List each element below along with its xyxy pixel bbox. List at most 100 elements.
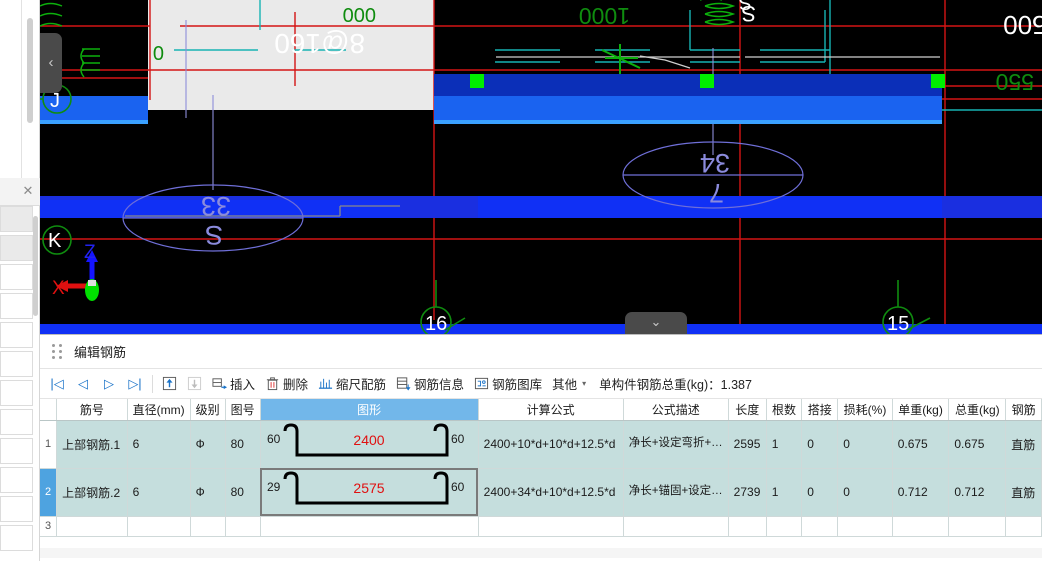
cell-rebar-no[interactable]: [56, 516, 128, 537]
cell-length[interactable]: 2739: [728, 468, 767, 517]
table-row[interactable]: 2 上部钢筋.2 6 Ф 80 29 60 2575 2400+34*d+10*…: [40, 468, 1042, 517]
cell-grade[interactable]: Ф: [190, 420, 226, 469]
list-item[interactable]: [0, 409, 33, 435]
nav-prev-button[interactable]: ◁: [70, 372, 96, 396]
svg-text:S: S: [205, 220, 223, 250]
list-item[interactable]: [0, 351, 33, 377]
cell-shape[interactable]: 29 60 2575: [260, 468, 479, 517]
nav-first-button[interactable]: |◁: [44, 372, 70, 396]
col-header-lap[interactable]: 搭接: [801, 399, 839, 421]
list-item[interactable]: [0, 525, 33, 551]
cell-formula-desc[interactable]: [623, 516, 729, 537]
background-scrollbar-side[interactable]: [33, 216, 38, 316]
col-header-grade[interactable]: 级别: [190, 399, 226, 421]
col-header-formula[interactable]: 计算公式: [478, 399, 624, 421]
nav-next-button[interactable]: ▷: [96, 372, 122, 396]
list-item[interactable]: [0, 206, 33, 232]
cell-formula-desc[interactable]: 净长+锚固+设定…: [623, 468, 729, 517]
cell-unit-weight[interactable]: 0.712: [892, 468, 950, 517]
col-header-rebar-no[interactable]: 筋号: [56, 399, 128, 421]
cell-diameter[interactable]: 6: [127, 468, 191, 517]
col-header-fig-no[interactable]: 图号: [225, 399, 261, 421]
cell-formula[interactable]: 2400+34*d+10*d+12.5*d: [478, 468, 624, 517]
cell-unit-weight[interactable]: 0.675: [892, 420, 950, 469]
col-header-formula-desc[interactable]: 公式描述: [623, 399, 729, 421]
rebar-library-button[interactable]: 钢筋图库: [469, 372, 547, 396]
move-up-button[interactable]: [157, 372, 182, 396]
table-row[interactable]: 3: [40, 516, 1042, 537]
cell-shape[interactable]: [260, 516, 479, 537]
horizontal-scrollbar[interactable]: [40, 548, 1042, 558]
cell-count[interactable]: 1: [766, 420, 803, 469]
cell-fig-no[interactable]: 80: [225, 420, 261, 469]
table-row[interactable]: 1 上部钢筋.1 6 Ф 80 60 60 2400 2400+10*d+10*…: [40, 420, 1042, 469]
row-header[interactable]: 2: [40, 468, 58, 517]
cell-formula-desc[interactable]: 净长+设定弯折+…: [623, 420, 729, 469]
list-item[interactable]: [0, 322, 33, 348]
cell-category[interactable]: 直筋: [1005, 468, 1042, 517]
cell-diameter[interactable]: 6: [127, 420, 191, 469]
col-header-unit-weight[interactable]: 单重(kg): [892, 399, 950, 421]
total-weight-label: 单构件钢筋总重(kg)：: [599, 378, 721, 392]
scale-rebar-button[interactable]: 缩尺配筋: [313, 372, 391, 396]
list-item[interactable]: [0, 293, 33, 319]
list-item[interactable]: [0, 235, 33, 261]
col-header-total-weight[interactable]: 总重(kg): [948, 399, 1007, 421]
arrow-up-icon: [162, 376, 177, 391]
drag-grip-icon[interactable]: [48, 344, 66, 360]
col-header-category[interactable]: 钢筋: [1005, 399, 1042, 421]
insert-button[interactable]: 插入: [207, 372, 260, 396]
cell-grade[interactable]: [190, 516, 226, 537]
cell-total-weight[interactable]: [948, 516, 1007, 537]
row-header[interactable]: 3: [40, 516, 58, 537]
chevron-left-icon[interactable]: ‹: [40, 33, 62, 93]
rebar-info-button[interactable]: 钢筋信息: [391, 372, 469, 396]
cell-rebar-no[interactable]: 上部钢筋.2: [56, 468, 128, 517]
nav-last-button[interactable]: ▷|: [122, 372, 148, 396]
cell-lap[interactable]: 0: [801, 420, 839, 469]
col-header-length[interactable]: 长度: [728, 399, 767, 421]
col-header-shape[interactable]: 图形: [260, 399, 479, 421]
cell-lap[interactable]: [801, 516, 839, 537]
col-header-loss[interactable]: 损耗(%): [837, 399, 893, 421]
move-down-button[interactable]: [182, 372, 207, 396]
cell-diameter[interactable]: [127, 516, 191, 537]
svg-text:0500: 0500: [1003, 10, 1042, 40]
cell-fig-no[interactable]: [225, 516, 261, 537]
cell-grade[interactable]: Ф: [190, 468, 226, 517]
cell-category[interactable]: 直筋: [1005, 420, 1042, 469]
cell-count[interactable]: [766, 516, 803, 537]
cell-formula[interactable]: 2400+10*d+10*d+12.5*d: [478, 420, 624, 469]
cad-viewport[interactable]: 1000 550 000 0 8@160 0500 S S: [40, 0, 1042, 334]
cell-total-weight[interactable]: 0.675: [948, 420, 1007, 469]
cell-loss[interactable]: [837, 516, 893, 537]
list-item[interactable]: [0, 264, 33, 290]
cell-category[interactable]: [1005, 516, 1042, 537]
chevron-down-icon[interactable]: ⌄: [625, 312, 687, 334]
row-header[interactable]: 1: [40, 420, 58, 469]
cell-formula[interactable]: [478, 516, 624, 537]
cell-count[interactable]: 1: [766, 468, 803, 517]
cell-length[interactable]: 2595: [728, 420, 767, 469]
cell-rebar-no[interactable]: 上部钢筋.1: [56, 420, 128, 469]
list-item[interactable]: [0, 496, 33, 522]
background-scrollbar-top[interactable]: [27, 18, 33, 123]
cell-loss[interactable]: 0: [837, 468, 893, 517]
col-header-count[interactable]: 根数: [766, 399, 803, 421]
delete-button[interactable]: 删除: [260, 372, 313, 396]
col-header-diameter[interactable]: 直径(mm): [127, 399, 191, 421]
cell-shape[interactable]: 60 60 2400: [260, 420, 479, 469]
cell-unit-weight[interactable]: [892, 516, 950, 537]
other-menu-button[interactable]: 其他 ▾: [547, 372, 591, 396]
list-item[interactable]: [0, 467, 33, 493]
list-item[interactable]: [0, 380, 33, 406]
cell-total-weight[interactable]: 0.712: [948, 468, 1007, 517]
close-icon[interactable]: ✕: [21, 184, 35, 198]
cell-fig-no[interactable]: 80: [225, 468, 261, 517]
cell-loss[interactable]: 0: [837, 420, 893, 469]
list-item[interactable]: [0, 438, 33, 464]
scale-rebar-label: 缩尺配筋: [336, 378, 387, 392]
cell-length[interactable]: [728, 516, 767, 537]
cell-lap[interactable]: 0: [801, 468, 839, 517]
rebar-table-container[interactable]: 筋号 直径(mm) 级别 图号 图形 计算公式 公式描述 长度 根数 搭接 损耗…: [40, 399, 1042, 558]
